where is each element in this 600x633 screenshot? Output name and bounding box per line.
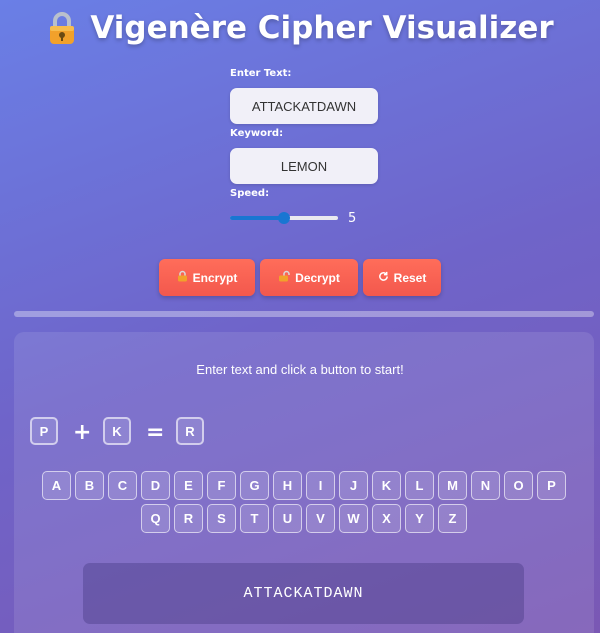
alphabet-letter: K bbox=[372, 471, 401, 500]
speed-row: 5 bbox=[230, 208, 390, 228]
alphabet-letter: L bbox=[405, 471, 434, 500]
speed-label: Speed: bbox=[230, 188, 270, 199]
speed-slider[interactable] bbox=[230, 210, 338, 226]
action-buttons: Encrypt Decrypt Reset bbox=[0, 259, 600, 296]
alphabet-letter: J bbox=[339, 471, 368, 500]
keyword-label: Keyword: bbox=[230, 128, 284, 139]
decrypt-button[interactable]: Decrypt bbox=[260, 259, 358, 296]
alphabet-letter: Q bbox=[141, 504, 170, 533]
alphabet-letter: P bbox=[537, 471, 566, 500]
keyword-input[interactable] bbox=[230, 148, 378, 184]
status-message: Enter text and click a button to start! bbox=[196, 362, 404, 377]
alphabet-letter: D bbox=[141, 471, 170, 500]
speed-value: 5 bbox=[348, 210, 357, 226]
result-letter-box: R bbox=[176, 417, 204, 445]
encrypt-label: Encrypt bbox=[192, 270, 238, 285]
alphabet-letter: S bbox=[207, 504, 236, 533]
alphabet-letter: Y bbox=[405, 504, 434, 533]
key-letter-box: K bbox=[103, 417, 131, 445]
text-input[interactable] bbox=[230, 88, 378, 124]
alphabet-letter: W bbox=[339, 504, 368, 533]
alphabet-letter: E bbox=[174, 471, 203, 500]
decrypt-label: Decrypt bbox=[295, 270, 340, 285]
reset-label: Reset bbox=[393, 270, 427, 285]
alphabet-letter: A bbox=[42, 471, 71, 500]
plain-letter-box: P bbox=[30, 417, 58, 445]
alphabet-letter: X bbox=[372, 504, 401, 533]
alphabet-letter: F bbox=[207, 471, 236, 500]
alphabet-letter: N bbox=[471, 471, 500, 500]
alphabet-letter: Z bbox=[438, 504, 467, 533]
encrypt-button[interactable]: Encrypt bbox=[159, 259, 255, 296]
app-title-text: Vigenère Cipher Visualizer bbox=[90, 10, 554, 46]
slider-fill bbox=[230, 216, 284, 220]
alphabet-letter: O bbox=[504, 471, 533, 500]
alphabet-letter: H bbox=[273, 471, 302, 500]
alphabet-letter: I bbox=[306, 471, 335, 500]
lock-icon bbox=[177, 270, 188, 285]
alphabet-letter: G bbox=[240, 471, 269, 500]
equation-row: P + K = R bbox=[0, 417, 600, 445]
alphabet-letter: B bbox=[75, 471, 104, 500]
alphabet-grid: ABCDEFGHIJKLMNOP QRSTUVWXYZ bbox=[28, 471, 580, 533]
slider-thumb[interactable] bbox=[278, 212, 290, 224]
unlock-icon bbox=[278, 270, 290, 285]
reload-icon bbox=[378, 271, 389, 285]
output-display: ATTACKATDAWN bbox=[83, 563, 524, 624]
lock-icon bbox=[46, 11, 78, 45]
alphabet-letter: V bbox=[306, 504, 335, 533]
alphabet-letter: C bbox=[108, 471, 137, 500]
alphabet-letter: U bbox=[273, 504, 302, 533]
alphabet-letter: R bbox=[174, 504, 203, 533]
page-title: Vigenère Cipher Visualizer bbox=[0, 10, 600, 46]
reset-button[interactable]: Reset bbox=[363, 259, 441, 296]
input-form: Enter Text: Keyword: Speed: 5 bbox=[230, 68, 390, 228]
alphabet-letter: M bbox=[438, 471, 467, 500]
equals-sign: = bbox=[146, 420, 165, 445]
text-label: Enter Text: bbox=[230, 68, 292, 79]
plus-sign: + bbox=[73, 420, 92, 445]
progress-divider bbox=[14, 311, 594, 317]
alphabet-letter: T bbox=[240, 504, 269, 533]
